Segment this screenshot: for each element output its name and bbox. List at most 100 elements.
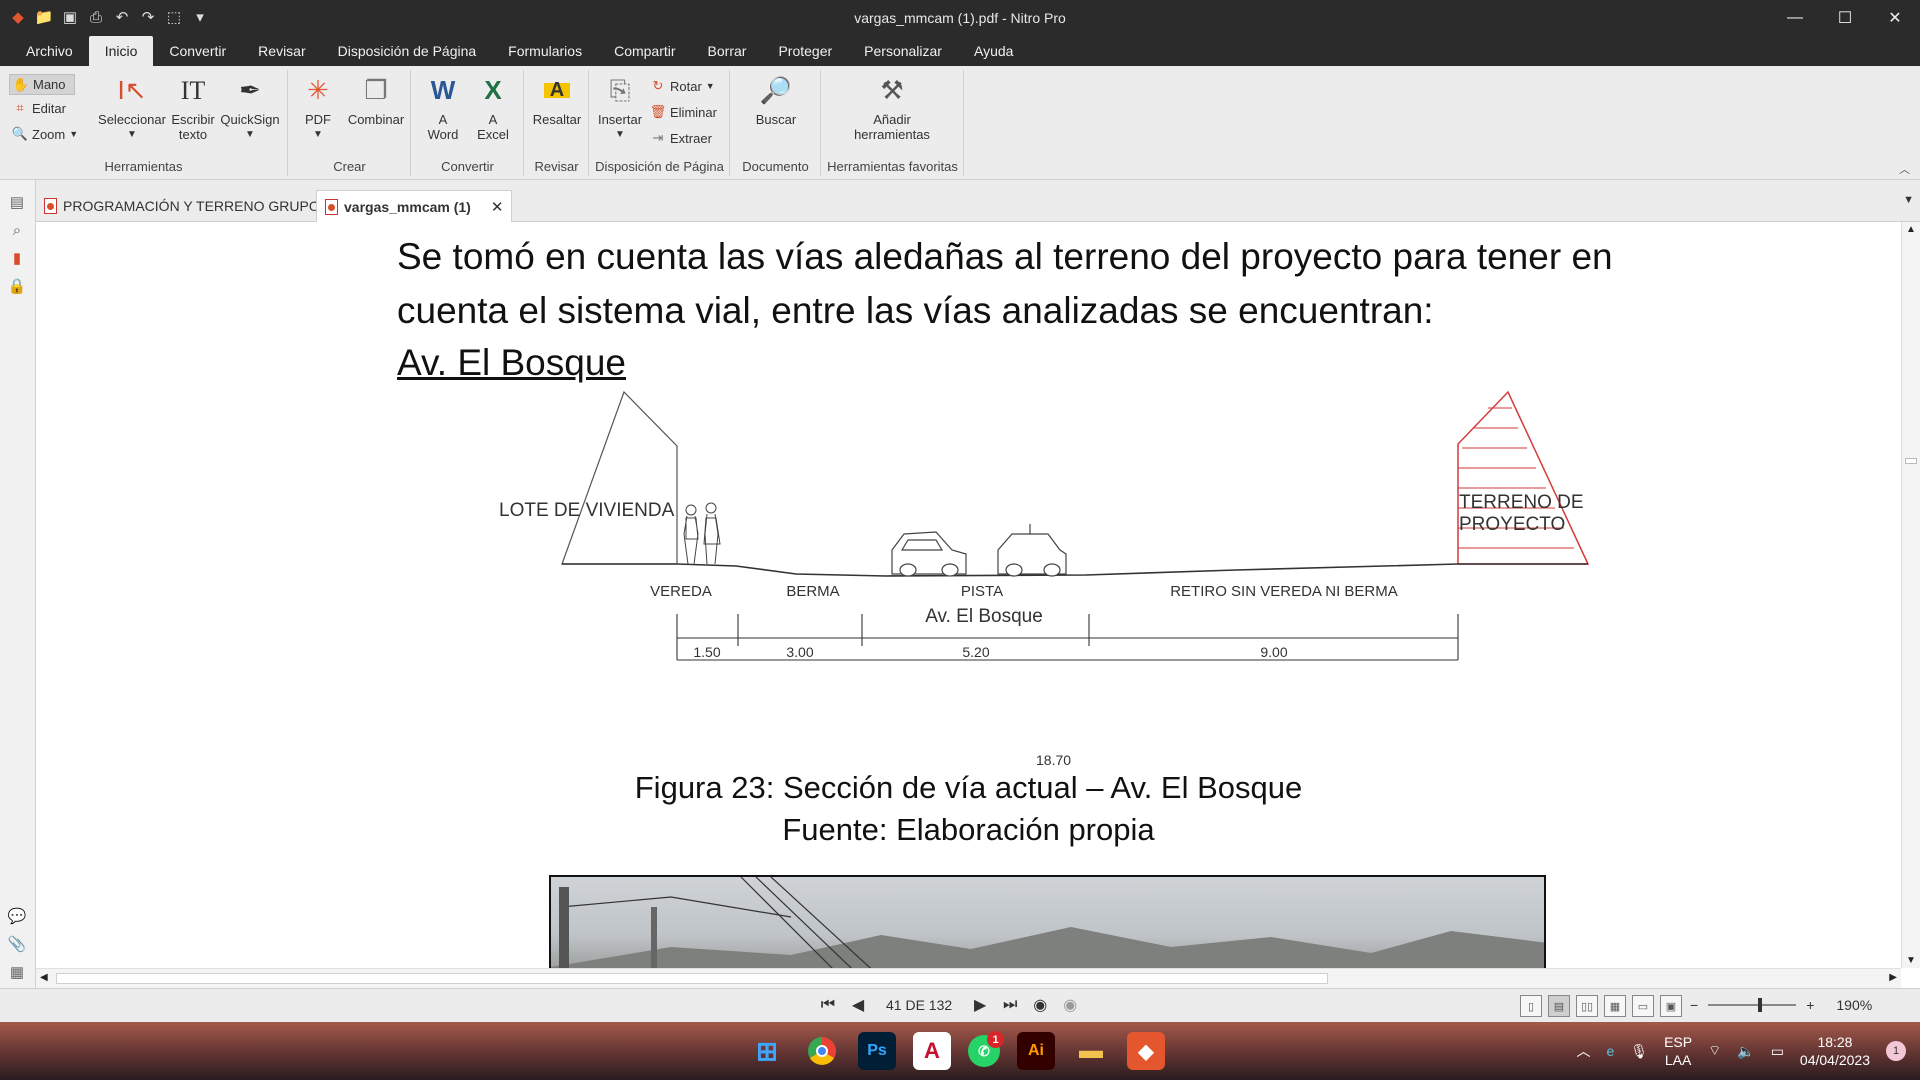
menu-convertir[interactable]: Convertir <box>153 36 242 66</box>
facing-view-icon[interactable]: ▯▯ <box>1576 995 1598 1017</box>
menu-personalizar[interactable]: Personalizar <box>848 36 958 66</box>
collapse-ribbon-icon[interactable]: ︿ <box>1899 161 1910 177</box>
mano-button[interactable]: ✋ Mano <box>9 74 75 95</box>
illustrator-icon[interactable]: Ai <box>1017 1032 1055 1070</box>
word-icon: W <box>430 74 456 105</box>
menu-compartir[interactable]: Compartir <box>598 36 691 66</box>
scroll-right-icon[interactable]: ▶ <box>1889 972 1897 983</box>
fit-page-icon[interactable]: ▣ <box>1660 995 1682 1017</box>
zoom-out-icon[interactable]: − <box>1690 997 1698 1013</box>
menu-borrar[interactable]: Borrar <box>692 36 763 66</box>
bookmarks-icon[interactable]: ▮ <box>7 248 27 268</box>
insertar-button[interactable]: ⎘ Insertar ▼ <box>594 72 646 142</box>
a-word-button[interactable]: W A Word <box>418 72 468 143</box>
first-page-icon[interactable]: ⏮ <box>818 996 838 1014</box>
editar-button[interactable]: ⌗ Editar <box>12 100 66 116</box>
minimize-button[interactable]: — <box>1770 0 1820 36</box>
zoom-button[interactable]: 🔍 Zoom ▼ <box>12 126 78 142</box>
notifications-badge[interactable]: 1 <box>1886 1041 1906 1061</box>
menu-formularios[interactable]: Formularios <box>492 36 598 66</box>
close-tab-icon[interactable]: ✕ <box>491 198 504 216</box>
pdf-page: Se tomó en cuenta las vías aledañas al t… <box>36 222 1901 968</box>
close-button[interactable]: ✕ <box>1870 0 1920 36</box>
zoom-in-icon[interactable]: + <box>1806 997 1814 1013</box>
car-drawing <box>891 524 1067 577</box>
tray-overflow-icon[interactable]: ︿ <box>1576 1041 1590 1061</box>
extraer-button[interactable]: ⇥ Extraer <box>650 130 712 146</box>
left-panel-rail: ▤ ⌕ ▮ 🔒 💬 📎 ▦ <box>0 180 36 1022</box>
security-lock-icon[interactable]: 🔒 <box>7 276 27 296</box>
scroll-up-icon[interactable]: ▲ <box>1906 224 1916 235</box>
autocad-icon[interactable]: A <box>913 1032 951 1070</box>
clock[interactable]: 18:28 04/04/2023 <box>1800 1033 1870 1069</box>
resaltar-button[interactable]: A Resaltar <box>527 72 587 128</box>
forward-view-icon[interactable]: ◉ <box>1060 995 1080 1015</box>
battery-icon[interactable]: ▭ <box>1771 1043 1784 1060</box>
terreno-label-2: PROYECTO <box>1459 514 1565 535</box>
attachments-icon[interactable]: 📎 <box>7 934 27 954</box>
vereda-label: VEREDA <box>650 583 712 600</box>
menu-ayuda[interactable]: Ayuda <box>958 36 1029 66</box>
maximize-button[interactable]: ☐ <box>1820 0 1870 36</box>
comments-icon[interactable]: 💬 <box>7 906 27 926</box>
layers-icon[interactable]: ▦ <box>7 962 27 982</box>
page-indicator[interactable]: 41 DE 132 <box>878 997 960 1013</box>
escribir-texto-button[interactable]: IT Escribir texto <box>168 72 218 142</box>
menu-archivo[interactable]: Archivo <box>10 36 89 66</box>
pages-panel-icon[interactable]: ▤ <box>7 192 27 212</box>
edge-tray-icon[interactable]: e <box>1606 1043 1614 1059</box>
group-favoritas: ⚒ Añadir herramientas Herramientas favor… <box>822 70 964 176</box>
combinar-button[interactable]: ❐ Combinar <box>343 72 409 128</box>
menu-inicio[interactable]: Inicio <box>88 36 154 66</box>
rotar-button[interactable]: ↻ Rotar ▼ <box>650 78 715 94</box>
menu-revisar[interactable]: Revisar <box>242 36 321 66</box>
single-page-view-icon[interactable]: ▯ <box>1520 995 1542 1017</box>
buscar-button[interactable]: 🔎 Buscar <box>741 72 811 128</box>
file-explorer-icon[interactable]: ▬ <box>1072 1032 1110 1070</box>
horizontal-scrollbar[interactable]: ◀ ▶ <box>36 968 1901 988</box>
back-view-icon[interactable]: ◉ <box>1030 995 1050 1015</box>
menu-disposicion[interactable]: Disposición de Página <box>322 36 493 66</box>
microphone-icon[interactable]: 🎙 <box>1630 1043 1648 1060</box>
seleccionar-button[interactable]: I↖ Seleccionar ▼ <box>96 72 168 142</box>
zoom-slider[interactable] <box>1708 998 1797 1012</box>
pdf-button[interactable]: ✳ PDF ▼ <box>293 72 343 142</box>
continuous-view-icon[interactable]: ▤ <box>1548 995 1570 1017</box>
language-indicator[interactable]: ESP LAA <box>1664 1033 1692 1069</box>
nitro-pro-icon[interactable]: ◆ <box>1127 1032 1165 1070</box>
a-excel-button[interactable]: X A Excel <box>468 72 518 143</box>
road-name-label: Av. El Bosque <box>925 606 1043 627</box>
figure-source: Fuente: Elaboración propia <box>782 812 1155 847</box>
anadir-herramientas-button[interactable]: ⚒ Añadir herramientas <box>842 72 942 143</box>
tab-vargas[interactable]: vargas_mmcam (1) ✕ <box>316 190 513 222</box>
hand-icon: ✋ <box>12 76 30 92</box>
search-icon: 🔎 <box>759 74 793 105</box>
last-page-icon[interactable]: ⏭ <box>1000 996 1020 1014</box>
next-page-icon[interactable]: ▶ <box>970 995 990 1015</box>
scroll-down-icon[interactable]: ▼ <box>1906 955 1916 966</box>
dim-retiro: 9.00 <box>1260 644 1287 660</box>
whatsapp-icon[interactable]: ✆ 1 <box>968 1031 1004 1067</box>
wifi-icon[interactable]: ⌔ <box>1708 1042 1721 1060</box>
prev-page-icon[interactable]: ◀ <box>848 995 868 1015</box>
fit-width-icon[interactable]: ▭ <box>1632 995 1654 1017</box>
text-tool-icon: IT <box>180 75 206 105</box>
tab-list-chevron-icon[interactable]: ▼ <box>1903 194 1914 206</box>
photoshop-icon[interactable]: Ps <box>858 1032 896 1070</box>
delete-icon: 🗑 <box>649 104 667 119</box>
volume-icon[interactable]: 🔈 <box>1737 1043 1754 1060</box>
hscroll-thumb[interactable] <box>56 973 1328 984</box>
eliminar-button[interactable]: 🗑 Eliminar <box>650 104 717 120</box>
quicksign-button[interactable]: ✒ QuickSign ▼ <box>218 72 282 142</box>
facing-continuous-view-icon[interactable]: ▦ <box>1604 995 1626 1017</box>
chrome-icon[interactable] <box>803 1032 841 1070</box>
berma-label: BERMA <box>786 583 839 600</box>
windows-start-icon[interactable]: ⊞ <box>748 1032 786 1070</box>
vertical-scrollbar[interactable]: ▲ ▼ <box>1901 222 1920 968</box>
scroll-thumb[interactable] <box>1905 458 1917 464</box>
zoom-level[interactable]: 190% <box>1836 997 1872 1013</box>
tab-programacion[interactable]: PROGRAMACIÓN Y TERRENO GRUPO 6 <box>36 190 339 222</box>
search-panel-icon[interactable]: ⌕ <box>7 220 27 240</box>
menu-proteger[interactable]: Proteger <box>762 36 848 66</box>
scroll-left-icon[interactable]: ◀ <box>40 972 48 983</box>
